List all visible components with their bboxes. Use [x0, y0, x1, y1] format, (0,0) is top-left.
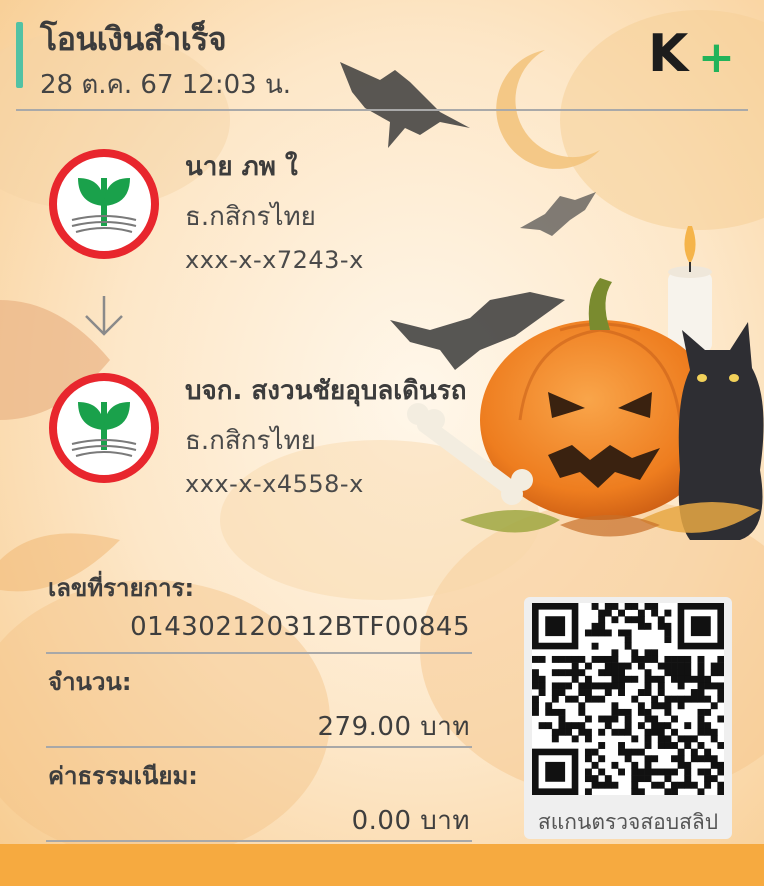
receiver-name: บจก. สงวนชัยอุบลเดินรถ	[185, 376, 467, 406]
details-divider	[46, 746, 472, 748]
kbank-logo-icon	[49, 149, 159, 259]
qr-code-icon[interactable]	[532, 603, 724, 795]
sender-name: นาย ภพ ใ	[185, 152, 298, 182]
kplus-logo-plus: +	[698, 32, 735, 83]
header-accent-bar	[16, 22, 23, 88]
receiver-account: xxx-x-x4558-x	[185, 470, 364, 498]
reference-value: 014302120312BTF00845	[130, 612, 470, 642]
fee-label: ค่าธรรมเนียม:	[48, 762, 198, 790]
transaction-datetime: 28 ต.ค. 67 12:03 น.	[40, 70, 291, 100]
kbank-logo-icon	[49, 373, 159, 483]
page-title: โอนเงินสำเร็จ	[40, 20, 227, 58]
amount-label: จำนวน:	[48, 668, 132, 696]
details-divider	[46, 840, 472, 842]
kplus-logo-letter: K	[648, 24, 689, 84]
kplus-logo: K +	[648, 24, 738, 84]
receiver-bank: ธ.กสิกรไทย	[185, 426, 316, 456]
header-divider	[16, 109, 748, 111]
sender-account: xxx-x-x7243-x	[185, 246, 364, 274]
amount-value: 279.00 บาท	[317, 712, 470, 742]
arrow-down-icon	[85, 296, 123, 336]
qr-caption: สแกนตรวจสอบสลิป	[537, 810, 719, 834]
sender-bank: ธ.กสิกรไทย	[185, 202, 316, 232]
reference-label: เลขที่รายการ:	[48, 574, 195, 602]
footer-bar	[0, 844, 764, 886]
details-divider	[46, 652, 472, 654]
fee-value: 0.00 บาท	[351, 806, 470, 836]
